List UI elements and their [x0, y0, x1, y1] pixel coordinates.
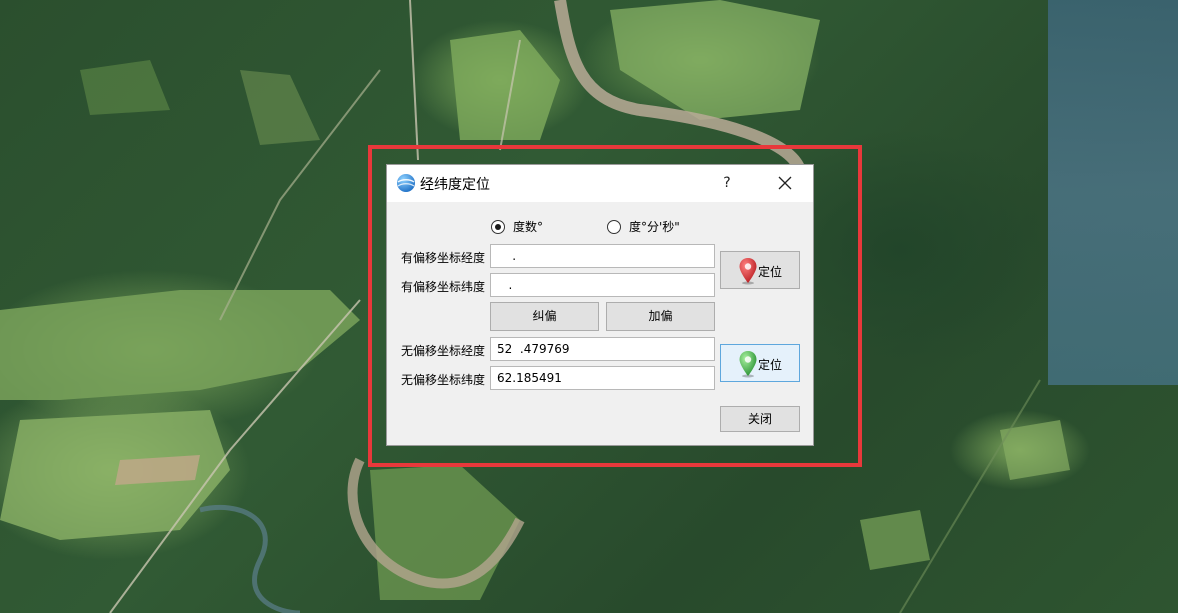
offset-lng-label: 有偏移坐标经度	[401, 251, 486, 265]
latlng-locate-dialog: 经纬度定位 ? 度数° 度°分'秒" 有偏移坐标经度 有偏移坐标纬度 定位	[386, 164, 814, 446]
offset-lat-label: 有偏移坐标纬度	[401, 280, 486, 294]
plain-lng-label: 无偏移坐标经度	[401, 344, 486, 358]
plain-lat-label: 无偏移坐标纬度	[401, 373, 486, 387]
format-radio-dms-label[interactable]: 度°分'秒"	[629, 220, 680, 234]
close-window-button[interactable]	[769, 171, 801, 195]
correct-offset-button[interactable]: 纠偏	[490, 302, 599, 331]
offset-lng-input[interactable]	[490, 244, 715, 268]
red-pin-icon	[739, 258, 757, 285]
dialog-title: 经纬度定位	[420, 177, 490, 193]
plain-lng-input[interactable]	[490, 337, 715, 361]
format-radio-decimal[interactable]	[491, 220, 505, 234]
close-icon	[778, 176, 792, 190]
format-radio-decimal-label[interactable]: 度数°	[513, 220, 543, 234]
dialog-titlebar[interactable]: 经纬度定位 ?	[387, 165, 813, 202]
locate-offset-label: 定位	[758, 265, 783, 279]
add-offset-button[interactable]: 加偏	[606, 302, 715, 331]
locate-offset-button[interactable]: 定位	[720, 251, 800, 289]
water-area	[1048, 0, 1178, 385]
green-pin-icon	[739, 351, 757, 378]
locate-plain-label: 定位	[758, 358, 783, 372]
offset-lat-input[interactable]	[490, 273, 715, 297]
help-button[interactable]: ?	[717, 171, 737, 195]
close-button[interactable]: 关闭	[720, 406, 800, 432]
plain-lat-input[interactable]	[490, 366, 715, 390]
locate-plain-button[interactable]: 定位	[720, 344, 800, 382]
globe-icon	[396, 173, 416, 193]
format-radio-dms[interactable]	[607, 220, 621, 234]
